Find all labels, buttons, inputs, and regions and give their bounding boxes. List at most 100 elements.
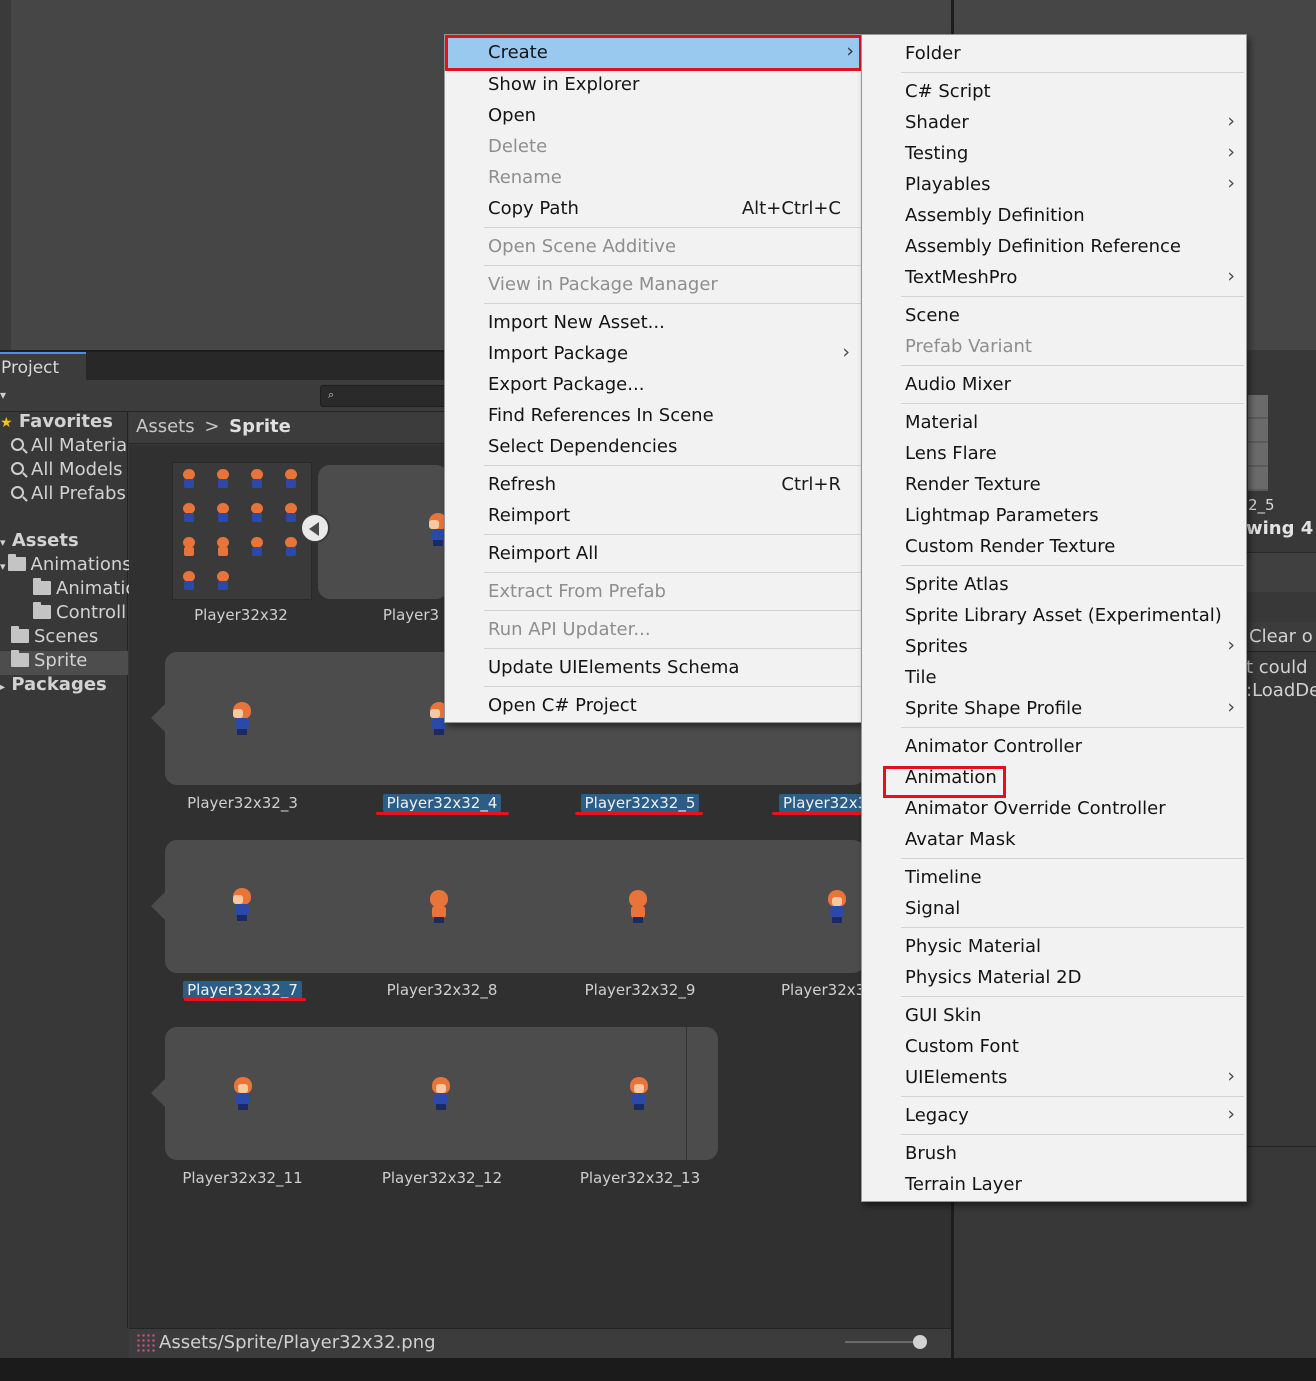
sprite-thumbnail[interactable] bbox=[228, 702, 256, 736]
menu-separator bbox=[484, 534, 861, 535]
menu-item-open-csharp-project[interactable]: Open C# Project bbox=[445, 691, 861, 722]
tree-item-all-prefabs[interactable]: All Prefabs bbox=[11, 482, 126, 506]
sprite-thumbnail[interactable] bbox=[425, 890, 453, 924]
menu-item-folder[interactable]: Folder bbox=[862, 39, 1246, 70]
asset-label[interactable]: Player3 bbox=[378, 606, 444, 624]
menu-item-animator-controller[interactable]: Animator Controller bbox=[862, 732, 1246, 763]
menu-item-custom-font[interactable]: Custom Font bbox=[862, 1032, 1246, 1063]
tree-item-animations[interactable]: ▾ Animations bbox=[0, 553, 132, 577]
sprite-thumbnail[interactable] bbox=[624, 890, 652, 924]
sprite-thumbnail[interactable] bbox=[823, 890, 851, 924]
menu-item-export-package[interactable]: Export Package... bbox=[445, 370, 861, 401]
sprite-frame bbox=[181, 537, 197, 559]
menu-item-import-new-asset[interactable]: Import New Asset... bbox=[445, 308, 861, 339]
menu-item-uielements[interactable]: UIElements › bbox=[862, 1063, 1246, 1094]
menu-item-playables[interactable]: Playables › bbox=[862, 170, 1246, 201]
chevron-right-icon: › bbox=[1227, 696, 1235, 718]
menu-item-signal[interactable]: Signal bbox=[862, 894, 1246, 925]
asset-label[interactable]: Player32x32_13 bbox=[560, 1169, 720, 1187]
menu-item-refresh[interactable]: Refresh Ctrl+R bbox=[445, 470, 861, 501]
menu-item-lightmap-parameters[interactable]: Lightmap Parameters bbox=[862, 501, 1246, 532]
tree-item-all-materials[interactable]: All Materia bbox=[11, 434, 127, 458]
tree-item-animation-folder[interactable]: Animatio bbox=[33, 577, 136, 601]
menu-item-select-dependencies[interactable]: Select Dependencies bbox=[445, 432, 861, 463]
menu-item-rename: Rename bbox=[488, 167, 562, 188]
asset-label-selected[interactable]: Player32x32_4 bbox=[362, 794, 522, 812]
tree-item-sprite[interactable]: Sprite bbox=[11, 649, 87, 673]
console-message-line[interactable]: :LoadDe bbox=[1246, 680, 1316, 701]
sprite-frame bbox=[215, 571, 231, 593]
collapse-sprites-button[interactable] bbox=[300, 513, 330, 543]
breadcrumb-sprite[interactable]: Sprite bbox=[229, 416, 291, 437]
asset-label[interactable]: Player32x32_8 bbox=[362, 981, 522, 999]
menu-item-terrain-layer[interactable]: Terrain Layer bbox=[862, 1170, 1246, 1201]
tree-item-packages[interactable]: ▸ Packages bbox=[0, 673, 107, 697]
menu-item-copy-path[interactable]: Copy Path Alt+Ctrl+C bbox=[445, 194, 861, 225]
menu-item-open-scene-additive: Open Scene Additive bbox=[488, 236, 677, 257]
menu-item-sprite-shape-profile[interactable]: Sprite Shape Profile › bbox=[862, 694, 1246, 725]
menu-item-lens-flare[interactable]: Lens Flare bbox=[862, 439, 1246, 470]
thumbnail-size-slider[interactable] bbox=[845, 1341, 920, 1343]
tree-item-favorites[interactable]: ★ Favorites bbox=[0, 410, 113, 434]
asset-label-selected[interactable]: Player32x3 bbox=[779, 794, 862, 812]
console-message-line[interactable]: t could bbox=[1246, 657, 1308, 678]
menu-item-scene[interactable]: Scene bbox=[862, 301, 1246, 332]
menu-item-brush[interactable]: Brush bbox=[862, 1139, 1246, 1170]
menu-item-sprite-atlas[interactable]: Sprite Atlas bbox=[862, 570, 1246, 601]
asset-label-selected[interactable]: Player32x32_5 bbox=[560, 794, 720, 812]
menu-item-reimport[interactable]: Reimport bbox=[445, 501, 861, 532]
sprite-thumbnail[interactable] bbox=[229, 1077, 257, 1111]
menu-item-import-package[interactable]: Import Package › bbox=[445, 339, 861, 370]
menu-item-audio-mixer[interactable]: Audio Mixer bbox=[862, 370, 1246, 401]
menu-item-textmeshpro[interactable]: TextMeshPro › bbox=[862, 263, 1246, 294]
menu-item-show-in-explorer[interactable]: Show in Explorer bbox=[445, 70, 861, 101]
menu-item-animator-override-controller[interactable]: Animator Override Controller bbox=[862, 794, 1246, 825]
menu-separator bbox=[484, 303, 861, 304]
asset-label[interactable]: Player32x32_11 bbox=[165, 1169, 320, 1187]
menu-separator bbox=[484, 465, 861, 466]
tree-item-controller-folder[interactable]: Controll bbox=[33, 601, 126, 625]
project-search-input[interactable]: ⌕ bbox=[320, 385, 450, 407]
menu-item-timeline[interactable]: Timeline bbox=[862, 863, 1246, 894]
tree-item-scenes[interactable]: Scenes bbox=[11, 625, 98, 649]
tab-project[interactable]: Project bbox=[0, 352, 86, 380]
menu-item-shader[interactable]: Shader › bbox=[862, 108, 1246, 139]
sprite-sheet-thumbnail[interactable] bbox=[172, 462, 312, 600]
menu-item-physics-material-2d[interactable]: Physics Material 2D bbox=[862, 963, 1246, 994]
menu-item-reimport-all[interactable]: Reimport All bbox=[445, 539, 861, 570]
menu-item-open[interactable]: Open bbox=[445, 101, 861, 132]
sprite-thumbnail[interactable] bbox=[625, 1077, 653, 1111]
menu-item-csharp-script[interactable]: C# Script bbox=[862, 77, 1246, 108]
menu-item-find-references[interactable]: Find References In Scene bbox=[445, 401, 861, 432]
create-dropdown-icon[interactable]: ▾ bbox=[0, 389, 12, 401]
asset-label[interactable]: Player32x32_3 bbox=[165, 794, 320, 812]
menu-item-sprite-library-asset[interactable]: Sprite Library Asset (Experimental) bbox=[862, 601, 1246, 632]
asset-label-selected[interactable]: Player32x32_7 bbox=[165, 981, 320, 999]
menu-item-avatar-mask[interactable]: Avatar Mask bbox=[862, 825, 1246, 856]
menu-item-tile[interactable]: Tile bbox=[862, 663, 1246, 694]
menu-item-assembly-definition[interactable]: Assembly Definition bbox=[862, 201, 1246, 232]
sprite-file-icon bbox=[136, 1333, 156, 1353]
menu-item-legacy[interactable]: Legacy › bbox=[862, 1101, 1246, 1132]
menu-item-gui-skin[interactable]: GUI Skin bbox=[862, 1001, 1246, 1032]
menu-item-custom-render-texture[interactable]: Custom Render Texture bbox=[862, 532, 1246, 563]
slider-handle[interactable] bbox=[913, 1335, 927, 1349]
tree-item-all-models[interactable]: All Models bbox=[11, 458, 122, 482]
menu-item-assembly-definition-reference[interactable]: Assembly Definition Reference bbox=[862, 232, 1246, 263]
menu-item-update-uielements-schema[interactable]: Update UIElements Schema bbox=[445, 653, 861, 684]
editor-bottom-strip bbox=[0, 1358, 1316, 1381]
asset-label[interactable]: Player32x3 bbox=[781, 981, 862, 999]
menu-item-sprites[interactable]: Sprites › bbox=[862, 632, 1246, 663]
sprite-thumbnail[interactable] bbox=[228, 888, 256, 922]
asset-label[interactable]: Player32x32 bbox=[170, 606, 312, 624]
breadcrumb-assets[interactable]: Assets bbox=[136, 416, 195, 437]
asset-label[interactable]: Player32x32_9 bbox=[560, 981, 720, 999]
sprite-thumbnail[interactable] bbox=[427, 1077, 455, 1111]
console-clear-button[interactable]: Clear o bbox=[1249, 626, 1313, 647]
menu-item-testing[interactable]: Testing › bbox=[862, 139, 1246, 170]
asset-label[interactable]: Player32x32_12 bbox=[362, 1169, 522, 1187]
menu-item-physic-material[interactable]: Physic Material bbox=[862, 932, 1246, 963]
tree-item-assets[interactable]: ▾ Assets bbox=[0, 529, 79, 553]
menu-item-material[interactable]: Material bbox=[862, 408, 1246, 439]
menu-item-render-texture[interactable]: Render Texture bbox=[862, 470, 1246, 501]
